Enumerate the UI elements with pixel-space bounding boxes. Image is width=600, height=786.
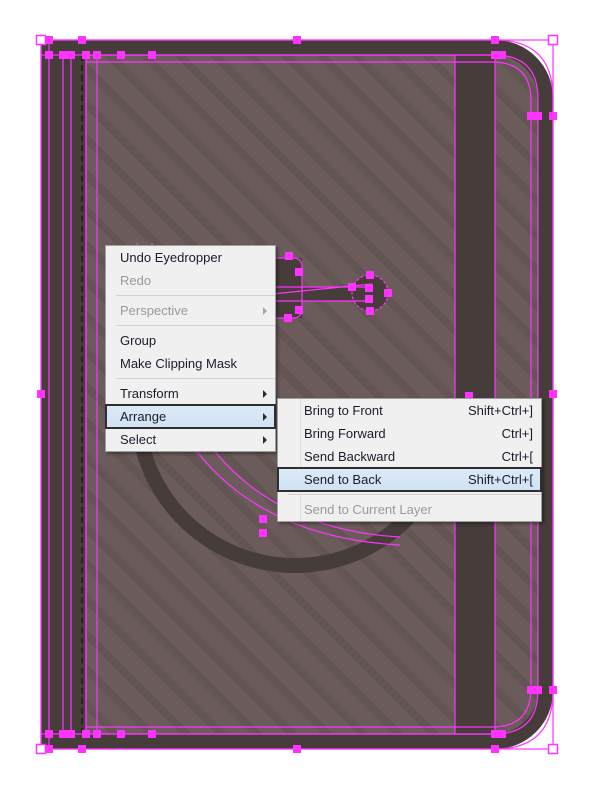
submenu-item-bring-to-front[interactable]: Bring to Front Shift+Ctrl+] (278, 399, 541, 422)
menu-item-label: Select (120, 432, 157, 447)
submenu-item-send-to-back[interactable]: Send to Back Shift+Ctrl+[ (277, 467, 542, 492)
submenu-item-shortcut: Shift+Ctrl+] (467, 403, 533, 418)
menu-item-arrange[interactable]: Arrange (105, 404, 276, 429)
menu-separator (116, 378, 275, 379)
submenu-item-send-backward[interactable]: Send Backward Ctrl+[ (278, 445, 541, 468)
menu-item-label: Redo (120, 273, 152, 288)
menu-item-label: Undo Eyedropper (120, 250, 222, 265)
menu-item-redo[interactable]: Redo (106, 269, 275, 292)
menu-item-label: Group (120, 333, 157, 348)
binding-strip-shape[interactable] (455, 55, 495, 734)
submenu-item-label: Send to Back (304, 472, 382, 487)
submenu-item-label: Send Backward (304, 449, 396, 464)
chevron-right-icon (263, 412, 267, 421)
menu-item-label: Make Clipping Mask (120, 356, 238, 371)
submenu-item-label: Bring Forward (304, 426, 386, 441)
artwork-layer (0, 0, 600, 786)
illustration-canvas[interactable]: Undo Eyedropper Redo Perspective Group M… (0, 0, 600, 786)
pencil-tip-shape[interactable] (352, 275, 388, 311)
submenu-item-bring-forward[interactable]: Bring Forward Ctrl+] (278, 422, 541, 445)
menu-separator (116, 295, 275, 296)
perforation-line-shape (81, 55, 83, 734)
submenu-item-shortcut: Ctrl+] (501, 426, 533, 441)
chevron-right-icon (263, 435, 267, 444)
menu-item-select[interactable]: Select (106, 428, 275, 451)
chevron-right-icon (263, 306, 267, 315)
submenu-item-label: Bring to Front (304, 403, 383, 418)
menu-item-make-clipping-mask[interactable]: Make Clipping Mask (106, 352, 275, 375)
menu-item-perspective[interactable]: Perspective (106, 299, 275, 322)
menu-item-label: Perspective (120, 303, 188, 318)
submenu-item-send-to-current-layer[interactable]: Send to Current Layer (278, 498, 541, 521)
menu-item-undo-eyedropper[interactable]: Undo Eyedropper (106, 246, 275, 269)
menu-item-group[interactable]: Group (106, 329, 275, 352)
menu-item-label: Transform (120, 386, 179, 401)
chevron-right-icon (263, 389, 267, 398)
menu-separator (116, 325, 275, 326)
canvas-context-menu[interactable]: Undo Eyedropper Redo Perspective Group M… (105, 245, 276, 452)
menu-item-transform[interactable]: Transform (106, 382, 275, 405)
submenu-item-shortcut: Shift+Ctrl+[ (467, 472, 533, 487)
submenu-separator (288, 494, 541, 495)
menu-item-label: Arrange (120, 409, 167, 424)
submenu-item-label: Send to Current Layer (304, 502, 432, 517)
arrange-submenu[interactable]: Bring to Front Shift+Ctrl+] Bring Forwar… (277, 398, 542, 522)
submenu-item-shortcut: Ctrl+[ (501, 449, 533, 464)
